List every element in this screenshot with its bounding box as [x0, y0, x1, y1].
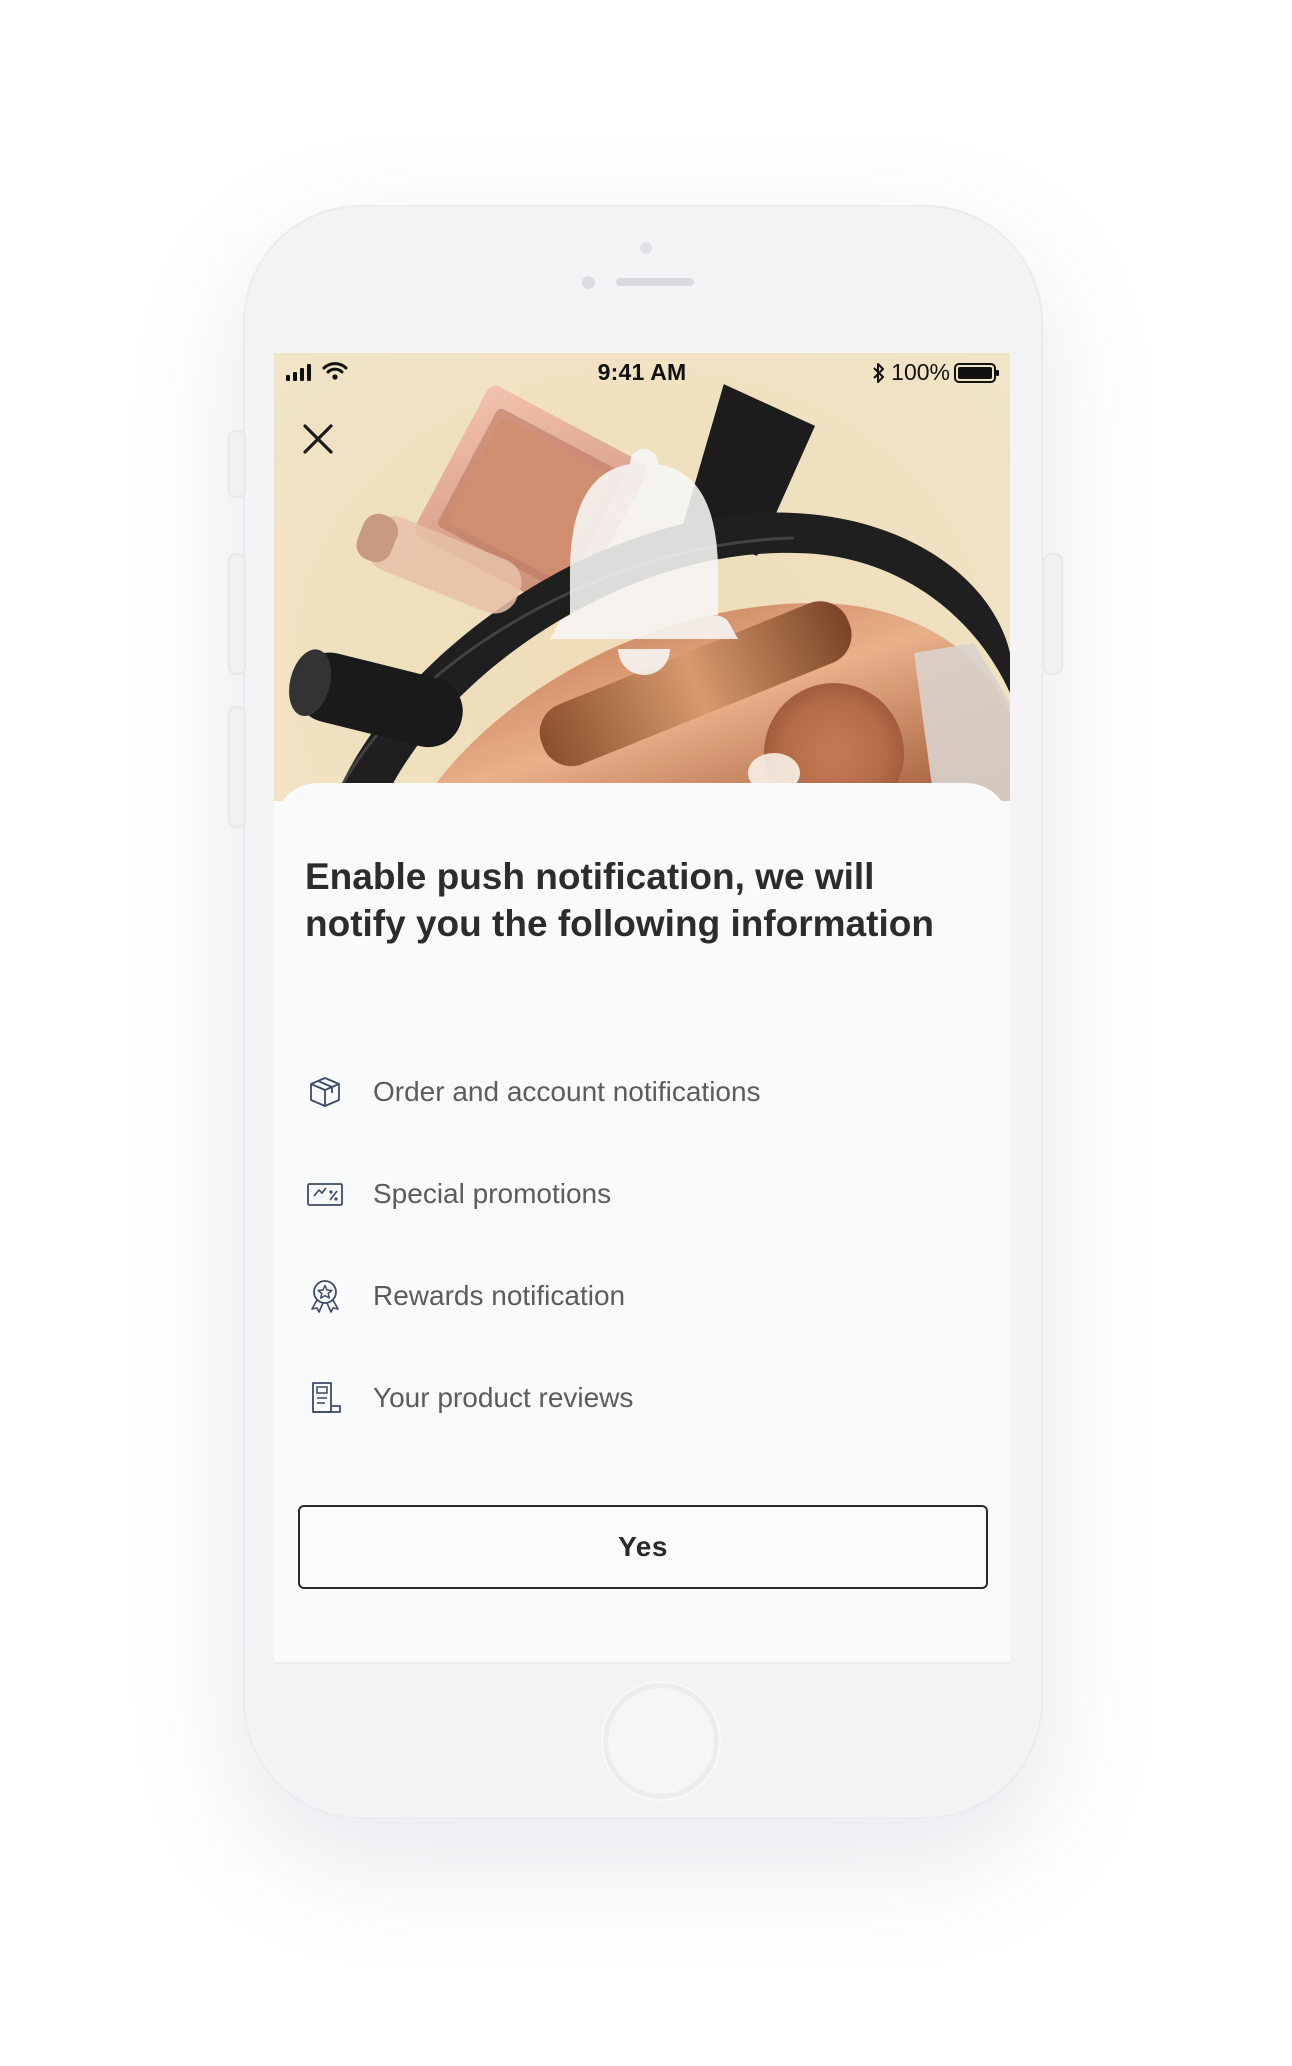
battery-percentage: 100%: [891, 359, 950, 385]
feature-label: Your product reviews: [373, 1382, 634, 1413]
power-button: [1043, 553, 1063, 675]
sheet-title: Enable push notification, we will notify…: [305, 856, 934, 944]
reward-badge-icon: [311, 1280, 339, 1313]
volume-up-button: [228, 553, 246, 675]
permission-sheet: Enable push notification, we will notify…: [274, 783, 1010, 1663]
volume-down-button: [228, 706, 246, 828]
battery-icon: [954, 362, 999, 383]
mute-switch: [228, 430, 246, 498]
list-item-rewards-notification: Rewards notification: [305, 1245, 985, 1347]
status-right-group: 100%: [871, 359, 1000, 386]
device-frame-stage: 9:41 AM 100% Enable push notification, w…: [0, 0, 1292, 2066]
promo-ticket-icon: [307, 1183, 343, 1206]
feature-label: Special promotions: [373, 1178, 612, 1209]
hero-product-image: 9:41 AM 100%: [274, 353, 1010, 801]
bluetooth-icon: [873, 362, 885, 383]
list-item-order-notifications: Order and account notifications: [305, 1041, 985, 1143]
screen-bottom-edge: [274, 1662, 1010, 1664]
earpiece-speaker: [616, 278, 694, 286]
cosmetics-bag-illustration: [289, 384, 1010, 801]
proximity-sensor: [640, 242, 652, 254]
yes-button[interactable]: Yes: [298, 1505, 988, 1589]
home-button[interactable]: [603, 1683, 719, 1799]
review-document-icon: [312, 1382, 341, 1413]
package-icon: [310, 1077, 340, 1107]
phone-screen: 9:41 AM 100% Enable push notification, w…: [274, 353, 1010, 1663]
front-camera: [582, 276, 595, 289]
list-item-product-reviews: Your product reviews: [305, 1347, 985, 1449]
status-bar: 9:41 AM 100%: [274, 353, 1010, 393]
list-item-special-promotions: Special promotions: [305, 1143, 985, 1245]
feature-label: Order and account notifications: [373, 1076, 761, 1107]
close-icon: [303, 424, 333, 454]
feature-label: Rewards notification: [373, 1280, 626, 1311]
feature-list: Order and account notifications Special …: [305, 1041, 985, 1449]
close-button[interactable]: [300, 421, 336, 457]
